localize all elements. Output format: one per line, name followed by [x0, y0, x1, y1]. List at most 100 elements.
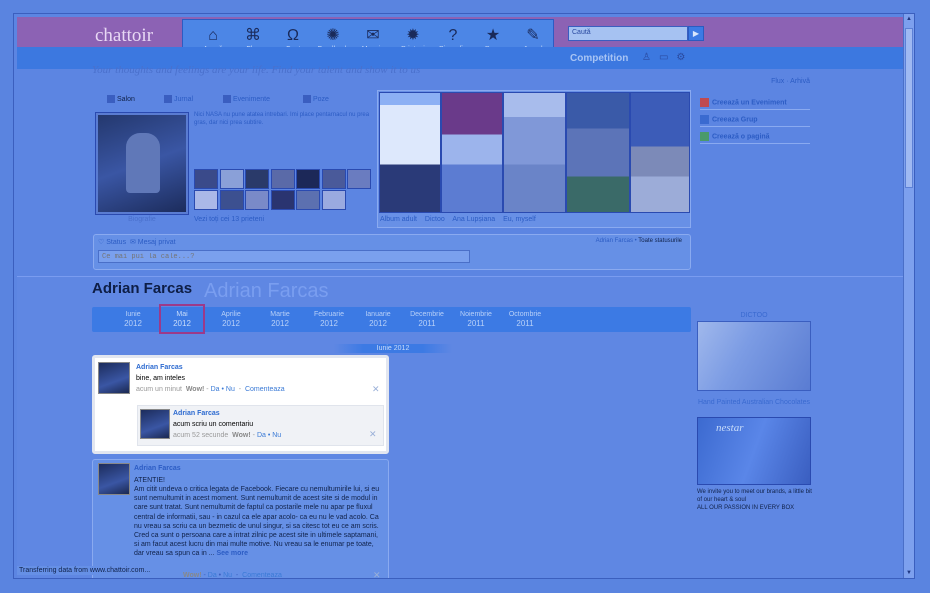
create-event-link[interactable]: Creează un Eveniment	[700, 98, 810, 110]
vertical-scrollbar[interactable]: ▲ ▼	[903, 14, 914, 578]
album-photo[interactable]	[441, 92, 503, 213]
close-icon[interactable]: ✕	[369, 429, 377, 440]
create-page-link[interactable]: Creează o pagină	[700, 132, 810, 144]
album-photo[interactable]	[503, 92, 566, 213]
month-label: Octombrie	[508, 311, 542, 318]
chocolate-ad-image[interactable]: nestar	[697, 417, 811, 485]
friend-thumbnail[interactable]	[270, 169, 295, 189]
no-link[interactable]: Nu	[226, 386, 235, 393]
post-avatar[interactable]	[98, 362, 130, 394]
tab-label: Evenimente	[233, 95, 270, 103]
close-icon[interactable]: ✕	[373, 570, 381, 578]
create-group-link[interactable]: Creeaza Grup	[700, 115, 810, 127]
owner-filter-link[interactable]: Adrian Farcas	[596, 238, 633, 244]
post-author[interactable]: Adrian Farcas	[134, 465, 181, 472]
tab-jurnal[interactable]: Jurnal	[164, 95, 193, 103]
month-tab[interactable]: Ianuarie 2012	[355, 310, 401, 328]
home-icon: ⌂	[208, 27, 218, 44]
month-tab[interactable]: Decembrie 2011	[404, 310, 450, 328]
year-label: 2011	[516, 319, 534, 328]
friend-thumbnail[interactable]	[296, 190, 320, 210]
post-author[interactable]: Adrian Farcas	[136, 364, 183, 371]
month-tab[interactable]: Aprilie 2012	[208, 310, 254, 328]
scroll-down-icon[interactable]: ▼	[904, 568, 914, 578]
tab-poze[interactable]: Poze	[303, 95, 329, 103]
dictoo-title[interactable]: DICTOO	[697, 312, 811, 319]
settings-icon[interactable]: ⚙	[676, 52, 693, 63]
arhiva-link[interactable]: Arhivă	[790, 78, 810, 85]
album-photo[interactable]	[379, 92, 441, 213]
status-tab[interactable]: ♡ Status	[98, 239, 126, 246]
month-tab[interactable]: Iunie 2012	[110, 310, 156, 328]
scrollbar-thumb[interactable]	[905, 28, 913, 188]
tab-evenimente[interactable]: Evenimente	[223, 95, 270, 103]
yes-link[interactable]: Da	[211, 386, 220, 393]
scroll-up-icon[interactable]: ▲	[904, 14, 914, 24]
friend-thumbnail[interactable]	[194, 190, 218, 210]
user-icon[interactable]: ♙	[642, 52, 659, 63]
month-tab[interactable]: Martie 2012	[257, 310, 303, 328]
dictoo-ad-image[interactable]	[697, 321, 811, 391]
search-button[interactable]: ▶	[688, 26, 704, 41]
ad-title[interactable]: Hand Painted Australian Chocolates	[697, 399, 811, 406]
post-avatar[interactable]	[98, 463, 130, 495]
album-link[interactable]: Dictoo	[425, 216, 445, 223]
comment-link[interactable]: Comenteaza	[242, 572, 282, 578]
friend-thumbnail[interactable]	[245, 169, 269, 189]
group-icon	[700, 115, 709, 124]
year-label: 2012	[369, 319, 387, 328]
comment-author[interactable]: Adrian Farcas	[173, 410, 220, 417]
salon-icon	[107, 95, 115, 103]
post-body-text: Am citit undeva o critica legata de Face…	[134, 486, 380, 558]
album-photo[interactable]	[566, 92, 630, 213]
comment-link[interactable]: Comenteaza	[245, 386, 285, 393]
month-tab[interactable]: Octombrie 2011	[502, 310, 548, 328]
search-input[interactable]: Caută	[568, 26, 688, 41]
album-link[interactable]: Album adult	[380, 216, 417, 223]
comment-avatar[interactable]	[140, 409, 170, 439]
yes-link[interactable]: Da	[208, 572, 217, 578]
friend-thumbnail[interactable]	[194, 169, 218, 189]
friend-thumbnail[interactable]	[347, 169, 371, 189]
status-input[interactable]	[98, 250, 470, 263]
month-tab[interactable]: Mai 2012	[159, 304, 205, 334]
friend-thumbnail[interactable]	[270, 190, 295, 210]
action-label: Creeaza Grup	[712, 116, 758, 124]
keyboard-icon[interactable]: ▭	[659, 52, 676, 63]
profile-avatar[interactable]	[95, 112, 189, 215]
post-meta: acum un minut Wow! - Da • Nu - Comenteaz…	[136, 386, 285, 393]
competition-link[interactable]: Competition	[570, 53, 628, 64]
see-all-friends-link[interactable]: Vezi toți cei 13 prieteni	[194, 216, 264, 223]
album-link[interactable]: Ana Lupșiana	[452, 216, 495, 223]
album-links: Album adult Dictoo Ana Lupșiana Eu, myse…	[380, 216, 542, 223]
close-icon[interactable]: ✕	[372, 384, 380, 395]
month-tab[interactable]: Februarie 2012	[306, 310, 352, 328]
flux-link[interactable]: Flux	[771, 78, 784, 85]
no-link[interactable]: Nu	[272, 432, 281, 439]
friend-thumbnail[interactable]	[321, 169, 346, 189]
tab-label: Salon	[117, 95, 135, 103]
friend-thumbnail[interactable]	[245, 190, 269, 210]
year-label: 2012	[271, 319, 289, 328]
site-logo[interactable]: chattoir	[95, 25, 153, 47]
month-label: Februarie	[314, 311, 344, 318]
all-statuses-link[interactable]: Toate statusurile	[638, 238, 682, 244]
friend-thumbnail[interactable]	[219, 169, 244, 189]
friend-thumbnail[interactable]	[296, 169, 320, 189]
friend-thumbnail[interactable]	[321, 190, 346, 210]
post-title: ATENTIE!	[134, 477, 165, 484]
see-more-link[interactable]: See more	[217, 550, 249, 557]
yes-link[interactable]: Da	[257, 432, 266, 439]
no-link[interactable]: Nu	[223, 572, 232, 578]
tab-salon[interactable]: Salon	[107, 95, 135, 103]
command-icon: ⌘	[245, 27, 261, 44]
month-tab[interactable]: Noiembrie 2011	[453, 310, 499, 328]
friends-thumbnails	[194, 169, 374, 211]
album-link[interactable]: Eu, myself	[503, 216, 536, 223]
album-photo[interactable]	[630, 92, 690, 213]
biography-link[interactable]: Biografie	[95, 216, 189, 223]
month-label: Mai	[176, 311, 188, 318]
feedback-icon: ✺	[326, 27, 340, 44]
friend-thumbnail[interactable]	[219, 190, 244, 210]
private-message-tab[interactable]: ✉ Mesaj privat	[130, 239, 176, 246]
